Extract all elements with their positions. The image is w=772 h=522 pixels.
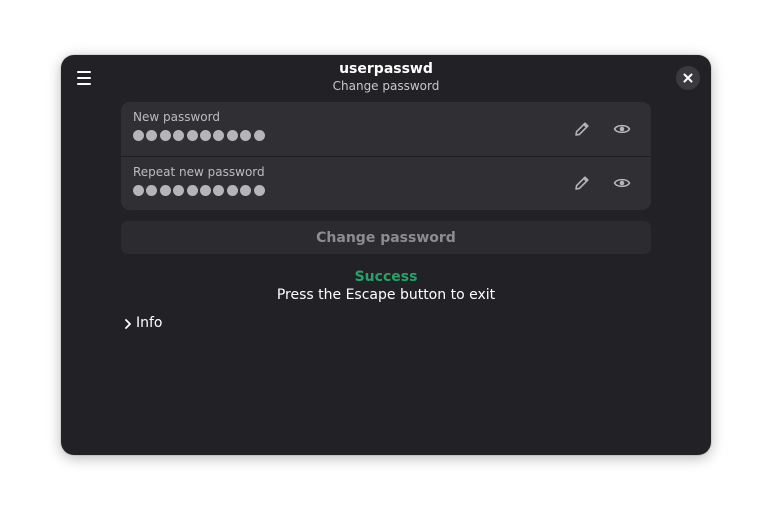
password-dot xyxy=(173,185,185,196)
window-title: userpasswd xyxy=(339,61,433,77)
password-dot xyxy=(173,130,185,141)
repeat-password-field[interactable] xyxy=(133,185,265,196)
close-icon xyxy=(683,73,693,83)
password-dot xyxy=(253,185,265,196)
eye-icon xyxy=(613,178,631,188)
password-dot xyxy=(199,130,211,141)
repeat-password-edit-button[interactable] xyxy=(571,172,593,194)
new-password-field[interactable] xyxy=(133,130,265,141)
close-button[interactable] xyxy=(676,66,700,90)
password-dot xyxy=(240,185,252,196)
pencil-icon xyxy=(575,176,589,190)
password-dot xyxy=(146,185,158,196)
eye-icon xyxy=(613,124,631,134)
password-dot xyxy=(226,130,238,141)
pencil-icon xyxy=(575,122,589,136)
password-dot xyxy=(226,185,238,196)
info-expander[interactable]: Info xyxy=(123,315,163,332)
repeat-password-label: Repeat new password xyxy=(133,165,265,179)
status-title: Success xyxy=(354,269,418,285)
new-password-label: New password xyxy=(133,110,220,124)
password-dot xyxy=(213,185,225,196)
status-text: Press the Escape button to exit xyxy=(276,287,496,303)
new-password-reveal-button[interactable] xyxy=(611,118,633,140)
password-dot xyxy=(186,130,198,141)
password-dot xyxy=(186,185,198,196)
app-window: userpasswd Change password New password xyxy=(61,55,711,455)
header-titles: userpasswd Change password xyxy=(61,61,711,94)
password-dot xyxy=(133,185,144,196)
info-label: Info xyxy=(136,315,163,331)
password-dot xyxy=(159,185,171,196)
password-dot xyxy=(213,130,225,141)
password-dot xyxy=(240,130,252,141)
repeat-password-reveal-button[interactable] xyxy=(611,172,633,194)
repeat-password-row[interactable]: Repeat new password xyxy=(121,156,651,210)
password-dot xyxy=(199,185,211,196)
new-password-row[interactable]: New password xyxy=(121,102,651,156)
password-dot xyxy=(159,130,171,141)
change-password-button[interactable]: Change password xyxy=(121,221,651,254)
password-fields: New password Repeat new password xyxy=(121,102,651,210)
window-subtitle: Change password xyxy=(332,79,440,93)
password-dot xyxy=(133,130,144,141)
chevron-right-icon xyxy=(125,318,131,329)
new-password-edit-button[interactable] xyxy=(571,118,593,140)
password-dot xyxy=(253,130,265,141)
status-message: Success Press the Escape button to exit xyxy=(61,269,711,304)
password-dot xyxy=(146,130,158,141)
